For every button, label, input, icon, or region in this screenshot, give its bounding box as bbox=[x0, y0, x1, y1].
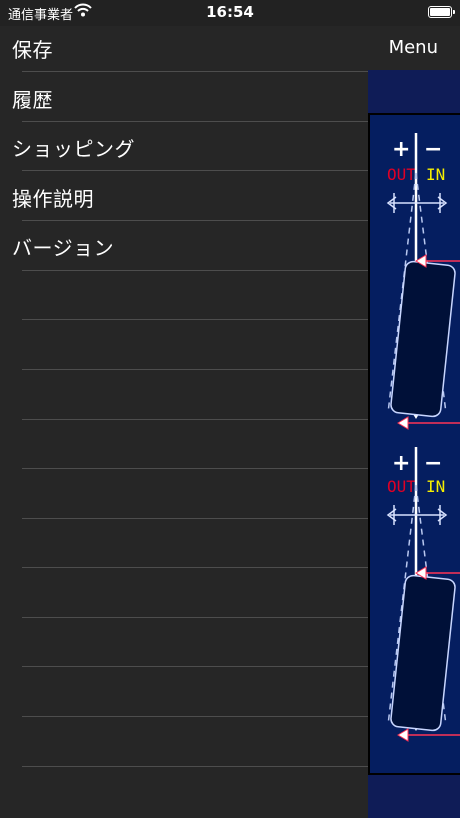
tire-shape bbox=[390, 260, 456, 418]
wheel-diagram-graphic bbox=[386, 133, 460, 742]
menu-divider bbox=[22, 666, 368, 667]
menu-button[interactable]: Menu bbox=[389, 37, 438, 58]
menu-divider bbox=[22, 468, 368, 469]
menu-item-version[interactable]: バージョン bbox=[12, 232, 114, 261]
menu-divider bbox=[22, 121, 368, 122]
menu-item-instructions[interactable]: 操作説明 bbox=[12, 183, 94, 212]
menu-item-shopping[interactable]: ショッピング bbox=[12, 133, 135, 162]
menu-divider bbox=[22, 617, 368, 618]
menu-item-save[interactable]: 保存 bbox=[12, 34, 53, 63]
arrow-left-icon bbox=[397, 728, 409, 742]
menu-divider bbox=[22, 170, 368, 171]
menu-divider bbox=[22, 518, 368, 519]
menu-divider bbox=[22, 319, 368, 320]
battery-icon bbox=[428, 6, 455, 18]
menu-divider bbox=[22, 716, 368, 717]
menu-divider bbox=[22, 419, 368, 420]
upper-wheel bbox=[386, 133, 460, 430]
arrow-left-icon bbox=[397, 416, 409, 430]
menu-divider bbox=[22, 766, 368, 767]
menu-item-history[interactable]: 履歴 bbox=[12, 84, 53, 113]
toe-diagram: + − OUT IN + − OUT IN bbox=[368, 113, 460, 775]
tire-shape bbox=[390, 574, 456, 732]
menu-divider bbox=[22, 220, 368, 221]
menu-divider bbox=[22, 369, 368, 370]
menu-divider bbox=[22, 567, 368, 568]
lower-wheel bbox=[386, 447, 460, 742]
clock: 16:54 bbox=[206, 3, 254, 21]
menu-divider bbox=[22, 71, 368, 72]
side-menu: 保存 履歴 ショッピング 操作説明 バージョン bbox=[0, 0, 368, 818]
menu-divider bbox=[22, 270, 368, 271]
status-bar: 通信事業者 16:54 bbox=[0, 0, 460, 26]
